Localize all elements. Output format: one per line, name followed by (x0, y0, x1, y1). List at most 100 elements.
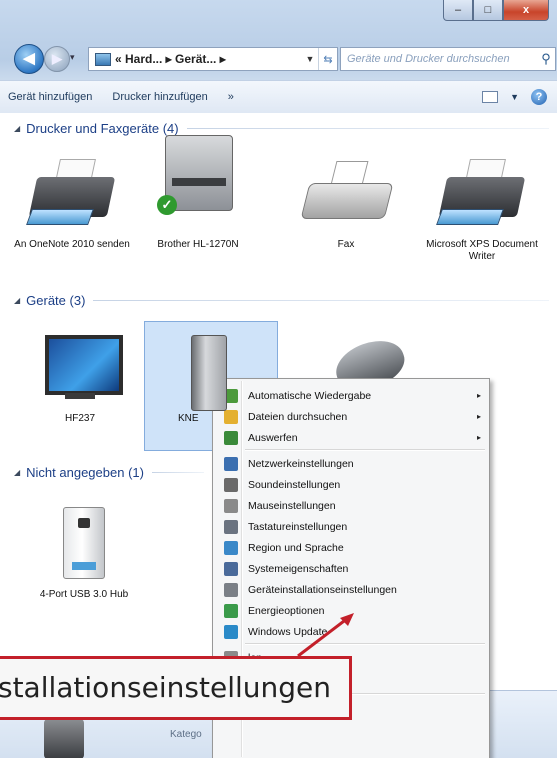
add-device-button[interactable]: Gerät hinzufügen (0, 91, 102, 103)
add-printer-button[interactable]: Drucker hinzufügen (102, 91, 217, 103)
details-category-label: Katego (170, 729, 202, 740)
group-divider (151, 472, 204, 473)
menu-item[interactable]: Dateien durchsuchen ▸ (215, 406, 487, 427)
callout-text: stallationseinstellungen (0, 671, 331, 704)
menu-item-label: Soundeinstellungen (248, 478, 341, 491)
arrow-right-icon: ▶ (52, 51, 62, 66)
monitor-icon (35, 329, 125, 409)
caption-buttons: – □ x (443, 0, 549, 22)
printer-icon (26, 155, 117, 235)
control-panel-icon (95, 52, 111, 66)
device-label: An OneNote 2010 senden (14, 239, 130, 250)
chevron-down-icon: ▾ (70, 52, 75, 62)
menu-item[interactable]: Netzwerkeinstellungen (215, 453, 487, 474)
hard-drive-icon (44, 719, 84, 758)
menu-item[interactable]: Auswerfen ▸ (215, 427, 487, 448)
group-devices[interactable]: ◢ Geräte (3) (14, 293, 549, 308)
device-item-xps[interactable]: Microsoft XPS Document Writer (422, 155, 542, 263)
address-bar[interactable]: « Hard... ▸ Gerät... ▸ ▼ ⇆ (88, 47, 338, 71)
collapse-triangle-icon[interactable]: ◢ (14, 468, 20, 477)
menu-item-label: Auswerfen (248, 431, 298, 444)
group-unspecified[interactable]: ◢ Nicht angegeben (1) (14, 465, 204, 480)
group-divider (93, 300, 549, 301)
menu-item[interactable]: Systemeigenschaften (215, 558, 487, 579)
refresh-icon[interactable]: ⇆ (318, 48, 337, 70)
collapse-triangle-icon[interactable]: ◢ (14, 124, 20, 133)
menu-item-label: Dateien durchsuchen (248, 410, 348, 423)
device-label: Brother HL-1270N (157, 239, 239, 250)
device-install-icon (224, 582, 238, 597)
menu-item-label: Netzwerkeinstellungen (248, 457, 354, 470)
device-item-onenote[interactable]: An OneNote 2010 senden (12, 155, 132, 251)
menu-item-label: Region und Sprache (248, 541, 344, 554)
address-row: ◀ ▶ ▾ « Hard... ▸ Gerät... ▸ ▼ ⇆ Geräte … (0, 44, 557, 74)
device-item-usb-hub[interactable]: 4-Port USB 3.0 Hub (24, 505, 144, 601)
menu-item[interactable]: Region und Sprache (215, 537, 487, 558)
menu-item[interactable]: Soundeinstellungen (215, 474, 487, 495)
devices-and-printers-window: – □ x ◀ ▶ ▾ « Hard... ▸ Gerät... ▸ ▼ ⇆ G… (0, 0, 557, 758)
device-item-brother[interactable]: ✓ Brother HL-1270N (138, 135, 258, 251)
menu-item[interactable]: Geräteinstallationseinstellungen (215, 579, 487, 600)
menu-item[interactable]: Automatische Wiedergabe ▸ (215, 385, 487, 406)
search-placeholder: Geräte und Drucker durchsuchen (347, 53, 510, 65)
fax-icon (300, 155, 394, 235)
menu-item[interactable]: Mauseinstellungen (215, 495, 487, 516)
back-button[interactable]: ◀ (14, 44, 44, 74)
group-unspecified-label: Nicht angegeben (1) (26, 465, 144, 480)
power-icon (224, 603, 238, 618)
search-icon[interactable]: ⚲ (537, 51, 555, 67)
maximize-button[interactable]: □ (473, 0, 503, 21)
group-printers-label: Drucker und Faxgeräte (4) (26, 121, 179, 136)
collapse-triangle-icon[interactable]: ◢ (14, 296, 20, 305)
pointer-arrow (297, 613, 354, 658)
breadcrumb[interactable]: « Hard... ▸ Gerät... ▸ (115, 52, 302, 66)
system-icon (224, 561, 238, 576)
zoom-callout: stallationseinstellungen (0, 656, 352, 720)
more-commands-button[interactable]: » (218, 91, 244, 103)
device-label: Microsoft XPS Document Writer (426, 239, 538, 262)
recent-pages-dropdown[interactable]: ▾ (70, 52, 75, 63)
menu-separator (245, 449, 485, 451)
view-options-icon[interactable] (482, 91, 499, 103)
menu-item-label: Energieoptionen (248, 604, 325, 617)
hard-drive-icon (165, 329, 255, 411)
default-printer-check-icon: ✓ (157, 195, 177, 215)
close-button[interactable]: x (503, 0, 549, 21)
printer-icon (436, 155, 527, 235)
menu-item-label: Mauseinstellungen (248, 499, 336, 512)
device-item-fax[interactable]: Fax (286, 155, 406, 251)
arrow-left-icon: ◀ (23, 50, 35, 67)
usb-hub-icon (39, 505, 129, 585)
device-item-hf237[interactable]: HF237 (20, 329, 140, 425)
chevron-down-icon[interactable]: ▼ (510, 92, 519, 102)
submenu-arrow-icon: ▸ (476, 433, 481, 442)
device-label: Fax (337, 239, 355, 250)
keyboard-icon (224, 519, 238, 534)
menu-item[interactable]: Tastatureinstellungen (215, 516, 487, 537)
network-icon (224, 456, 238, 471)
device-label: 4-Port USB 3.0 Hub (39, 589, 129, 600)
menu-item-label: Geräteinstallationseinstellungen (248, 583, 397, 596)
menu-item-label: Systemeigenschaften (248, 562, 349, 575)
chevron-down-icon[interactable]: ▼ (302, 54, 318, 64)
speaker-icon (224, 477, 238, 492)
menu-item-label: Automatische Wiedergabe (248, 389, 372, 402)
submenu-arrow-icon: ▸ (476, 412, 481, 421)
folder-icon (224, 409, 238, 424)
group-printers[interactable]: ◢ Drucker und Faxgeräte (4) (14, 121, 549, 136)
minimize-button[interactable]: – (443, 0, 473, 21)
group-devices-label: Geräte (3) (26, 293, 86, 308)
windows-update-icon (224, 624, 238, 639)
device-label: HF237 (64, 413, 95, 424)
menu-separator (245, 643, 485, 645)
group-divider (186, 128, 549, 129)
forward-button[interactable]: ▶ (44, 46, 70, 72)
search-input[interactable]: Geräte und Drucker durchsuchen ⚲ (340, 47, 556, 71)
printer-icon: ✓ (153, 135, 243, 235)
eject-icon (224, 430, 238, 445)
submenu-arrow-icon: ▸ (476, 391, 481, 400)
menu-item-label: Windows Update (248, 625, 328, 638)
globe-icon (224, 540, 238, 555)
command-bar: Gerät hinzufügen Drucker hinzufügen » ▼ … (0, 80, 557, 114)
help-icon[interactable]: ? (531, 89, 547, 105)
